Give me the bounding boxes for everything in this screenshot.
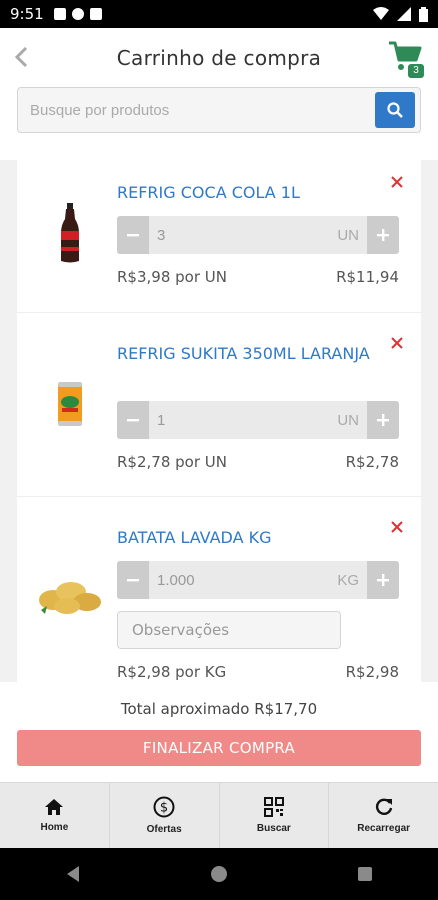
wifi-icon xyxy=(373,7,389,20)
plus-icon xyxy=(377,414,389,426)
remove-item-button[interactable] xyxy=(389,335,405,351)
checkout-footer: Total aproximado R$17,70 FINALIZAR COMPR… xyxy=(0,682,438,782)
status-system-icons xyxy=(373,6,428,22)
item-total: R$11,94 xyxy=(336,268,399,286)
unit-price: R$2,98 por KG xyxy=(117,663,227,681)
notification-icon xyxy=(89,8,102,20)
cart-count-badge: 3 xyxy=(408,64,424,78)
bottom-nav: Home $ Ofertas Buscar Recarregar xyxy=(0,782,438,848)
decrease-quantity-button[interactable] xyxy=(117,401,149,439)
finalize-purchase-button[interactable]: FINALIZAR COMPRA xyxy=(17,730,421,766)
status-bar: 9:51 xyxy=(0,0,438,28)
nav-item-reload[interactable]: Recarregar xyxy=(329,783,438,848)
remove-item-button[interactable] xyxy=(389,519,405,535)
cart-item: REFRIG SUKITA 350ML LARANJA 1 UN R$2,78 … xyxy=(17,313,421,497)
notification-icon xyxy=(71,8,84,20)
sukita-can-image xyxy=(58,382,82,426)
price-line: R$2,78 por UN R$2,78 xyxy=(117,453,399,471)
quantity-unit: UN xyxy=(337,411,359,429)
battery-icon xyxy=(419,6,428,22)
search-bar xyxy=(17,87,421,133)
home-icon xyxy=(45,799,64,815)
item-total: R$2,98 xyxy=(345,663,399,681)
dollar-icon: $ xyxy=(153,796,175,818)
home-circle-icon[interactable] xyxy=(210,865,228,883)
nav-item-search[interactable]: Buscar xyxy=(220,783,330,848)
search-icon xyxy=(387,102,403,118)
unit-price: R$3,98 por UN xyxy=(117,268,227,286)
search-input[interactable] xyxy=(18,101,375,119)
quantity-input[interactable]: 1.000 xyxy=(149,572,337,589)
close-icon xyxy=(391,176,403,188)
nav-label: Home xyxy=(40,822,69,833)
product-name[interactable]: REFRIG COCA COLA 1L xyxy=(117,180,381,205)
signal-icon xyxy=(397,7,411,21)
status-notification-icons xyxy=(53,8,102,20)
header: Carrinho de compra 3 xyxy=(0,28,438,160)
page-title: Carrinho de compra xyxy=(116,46,322,70)
notification-icon xyxy=(53,8,66,20)
observations-input[interactable]: Observações xyxy=(117,611,341,649)
plus-icon xyxy=(377,229,389,241)
item-total: R$2,78 xyxy=(345,453,399,471)
remove-item-button[interactable] xyxy=(389,174,405,190)
quantity-unit: KG xyxy=(337,571,359,589)
product-image xyxy=(35,369,105,439)
quantity-stepper: 3 UN xyxy=(117,216,399,254)
plus-icon xyxy=(377,574,389,586)
back-triangle-icon[interactable] xyxy=(65,865,81,883)
cart-item: BATATA LAVADA KG 1.000 KG Observações R$… xyxy=(17,497,421,682)
nav-label: Buscar xyxy=(256,823,291,834)
approximate-total: Total aproximado R$17,70 xyxy=(120,700,318,718)
quantity-input[interactable]: 3 xyxy=(149,227,337,244)
recents-square-icon[interactable] xyxy=(357,866,373,882)
nav-item-home[interactable]: Home xyxy=(0,783,110,848)
quantity-stepper: 1.000 KG xyxy=(117,561,399,599)
quantity-stepper: 1 UN xyxy=(117,401,399,439)
coca-cola-bottle-image xyxy=(61,203,79,263)
svg-text:$: $ xyxy=(160,801,168,816)
increase-quantity-button[interactable] xyxy=(367,401,399,439)
decrease-quantity-button[interactable] xyxy=(117,216,149,254)
minus-icon xyxy=(127,579,139,582)
product-name[interactable]: REFRIG SUKITA 350ML LARANJA xyxy=(117,341,381,366)
product-image xyxy=(35,561,105,631)
price-line: R$3,98 por UN R$11,94 xyxy=(117,268,399,286)
cart-button[interactable]: 3 xyxy=(388,40,424,78)
qrcode-icon xyxy=(263,797,284,817)
reload-icon xyxy=(375,798,392,815)
minus-icon xyxy=(127,234,139,237)
decrease-quantity-button[interactable] xyxy=(117,561,149,599)
potatoes-image xyxy=(39,582,101,614)
nav-label: Recarregar xyxy=(357,823,411,834)
status-time: 9:51 xyxy=(10,5,44,23)
price-line: R$2,98 por KG R$2,98 xyxy=(117,663,399,681)
product-name[interactable]: BATATA LAVADA KG xyxy=(117,525,381,550)
nav-item-offers[interactable]: $ Ofertas xyxy=(110,783,220,848)
product-image xyxy=(35,198,105,268)
increase-quantity-button[interactable] xyxy=(367,561,399,599)
cart-item-list[interactable]: REFRIG COCA COLA 1L 3 UN R$3,98 por UN R… xyxy=(17,160,421,682)
close-icon xyxy=(391,521,403,533)
nav-label: Ofertas xyxy=(146,824,182,835)
unit-price: R$2,78 por UN xyxy=(117,453,227,471)
quantity-unit: UN xyxy=(337,226,359,244)
cart-item: REFRIG COCA COLA 1L 3 UN R$3,98 por UN R… xyxy=(17,160,421,313)
system-navigation-bar xyxy=(0,848,438,900)
search-button[interactable] xyxy=(375,92,415,128)
quantity-input[interactable]: 1 xyxy=(149,412,337,429)
minus-icon xyxy=(127,419,139,422)
increase-quantity-button[interactable] xyxy=(367,216,399,254)
close-icon xyxy=(391,337,403,349)
